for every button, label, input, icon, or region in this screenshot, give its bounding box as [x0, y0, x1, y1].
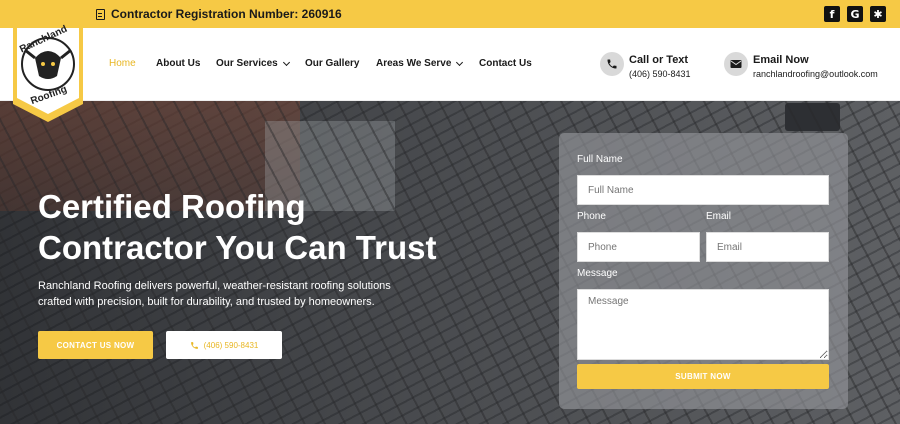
document-icon: [96, 8, 105, 20]
call-button-label: (406) 590-8431: [203, 340, 259, 350]
message-textarea[interactable]: [577, 289, 829, 360]
phone-icon: [190, 341, 198, 349]
nav-our-gallery[interactable]: Our Gallery: [305, 58, 359, 69]
email-title: Email Now: [753, 54, 809, 66]
nav-areas-we-serve[interactable]: Areas We Serve: [376, 58, 464, 69]
google-icon[interactable]: G: [847, 6, 863, 22]
call-title: Call or Text: [629, 54, 689, 66]
call-number[interactable]: (406) 590-8431: [629, 69, 691, 79]
nav-label: Our Services: [216, 58, 278, 69]
email-label: Email: [706, 211, 732, 222]
hero-title: Certified Roofing Contractor You Can Tru…: [38, 186, 458, 268]
fullname-label: Full Name: [577, 154, 623, 165]
nav-label: Our Gallery: [305, 58, 360, 69]
hero-section: Certified Roofing Contractor You Can Tru…: [0, 101, 900, 424]
nav-label: About Us: [156, 58, 201, 69]
nav-about-us[interactable]: About Us: [156, 58, 200, 69]
hero-title-line1: Certified Roofing: [38, 188, 306, 225]
chevron-down-icon: [456, 58, 464, 66]
nav-contact-us[interactable]: Contact Us: [479, 58, 532, 69]
phone-icon[interactable]: [600, 52, 624, 76]
chevron-down-icon: [282, 58, 290, 66]
hero-title-line2: Contractor You Can Trust: [38, 229, 437, 266]
nav-label: Areas We Serve: [376, 58, 452, 69]
hero-description: Ranchland Roofing delivers powerful, wea…: [38, 280, 391, 308]
nav-label: Home: [109, 58, 136, 69]
message-label: Message: [577, 268, 618, 279]
phone-input[interactable]: [577, 232, 700, 262]
phone-label: Phone: [577, 211, 606, 222]
submit-button[interactable]: SUBMIT NOW: [577, 364, 829, 389]
top-bar: Contractor Registration Number: 260916 f…: [0, 0, 900, 28]
email-input[interactable]: [706, 232, 829, 262]
main-navbar: Ranchland Roofing Home About Us Our Serv…: [0, 24, 900, 122]
contact-us-now-button[interactable]: CONTACT US NOW: [38, 331, 153, 359]
nav-label: Contact Us: [479, 58, 532, 69]
nav-home[interactable]: Home: [109, 58, 136, 69]
fullname-input[interactable]: [577, 175, 829, 205]
email-address[interactable]: ranchlandroofing@outlook.com: [753, 69, 878, 79]
facebook-icon[interactable]: f: [824, 6, 840, 22]
yelp-icon[interactable]: ✱: [870, 6, 886, 22]
call-button[interactable]: (406) 590-8431: [166, 331, 282, 359]
email-icon[interactable]: [724, 52, 748, 76]
nav-our-services[interactable]: Our Services: [216, 58, 290, 69]
registration-text: Contractor Registration Number: 260916: [111, 7, 342, 21]
contact-form: Full Name Phone Email Message SUBMIT NOW: [559, 133, 848, 409]
registration-info: Contractor Registration Number: 260916: [96, 7, 342, 21]
